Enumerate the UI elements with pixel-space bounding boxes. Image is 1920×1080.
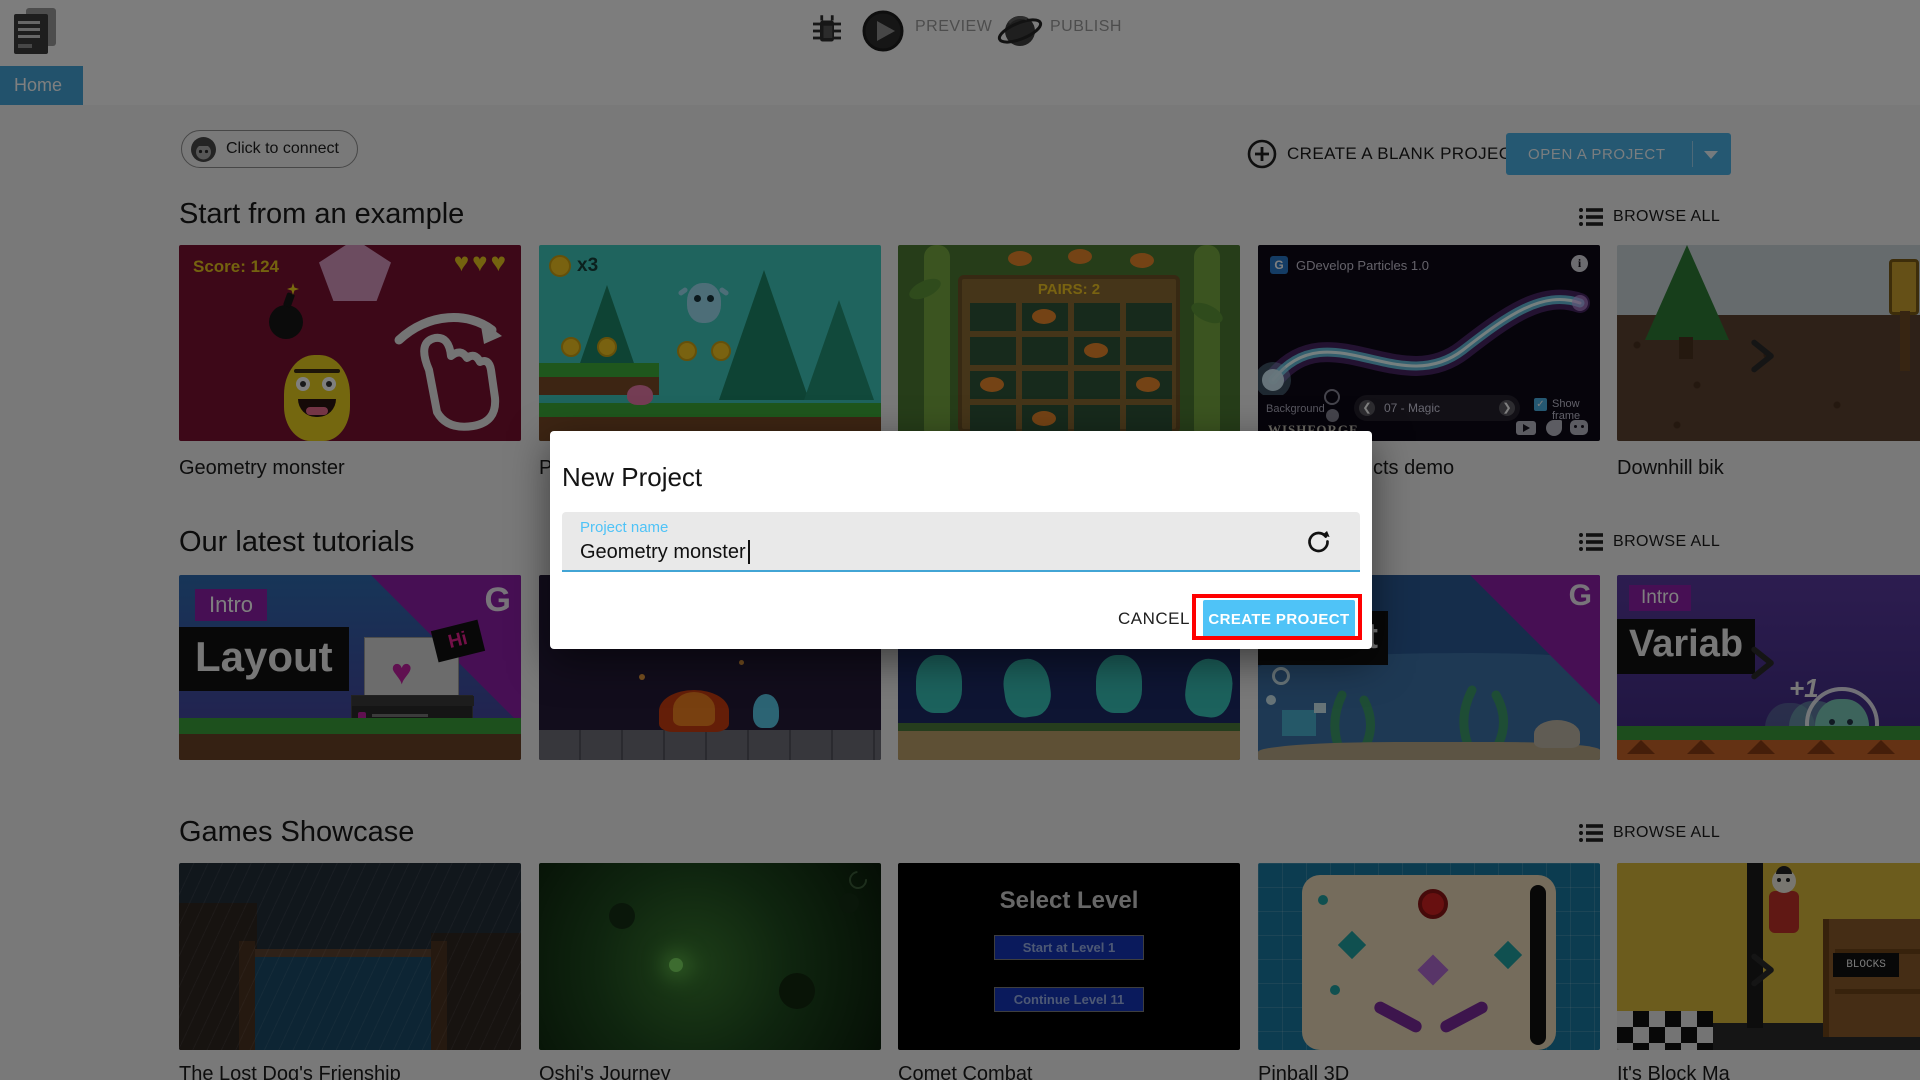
gdevelop-window: PREVIEW PUBLISH Home Click to connect CR…: [0, 0, 1920, 1080]
dialog-title: New Project: [562, 462, 703, 492]
refresh-icon[interactable]: [1305, 528, 1332, 555]
annotation-highlight-box: [1192, 594, 1362, 640]
project-name-value: Geometry monster: [580, 540, 746, 563]
text-cursor: [747, 540, 750, 564]
project-name-input[interactable]: Geometry monster: [580, 540, 750, 564]
cancel-button[interactable]: CANCEL: [1118, 600, 1190, 638]
project-name-field[interactable]: Project name Geometry monster: [562, 512, 1360, 572]
project-name-label: Project name: [580, 519, 669, 536]
